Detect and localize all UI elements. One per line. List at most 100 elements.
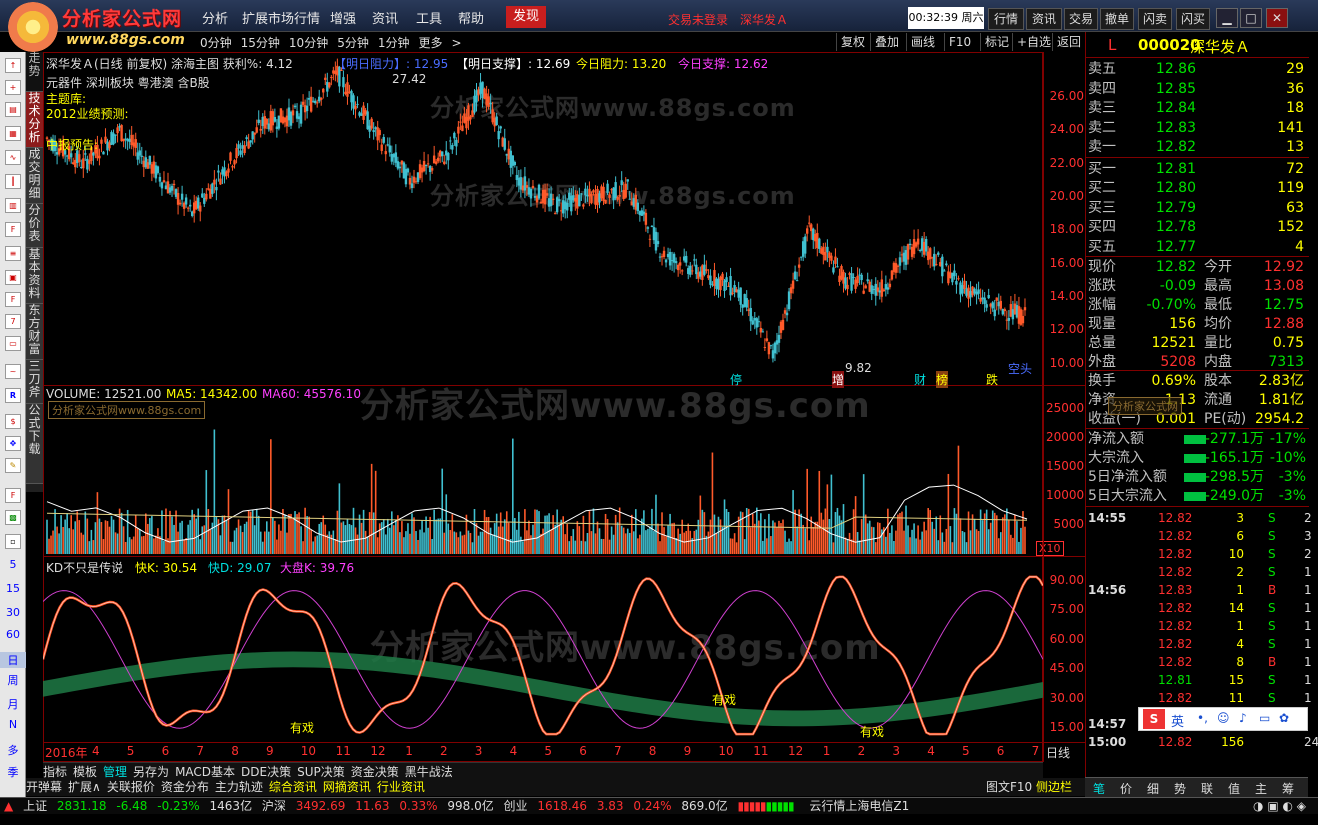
cancel-order-button[interactable]: 撤单 xyxy=(1100,8,1134,30)
chart-icon[interactable]: ▤ xyxy=(5,102,21,117)
money-icon[interactable]: $ xyxy=(5,414,21,429)
server-name[interactable]: 云行情上海电信Z1 xyxy=(809,799,909,813)
f5-icon[interactable]: F xyxy=(5,488,21,503)
tab-indicator[interactable]: 指标 xyxy=(43,765,67,779)
stats-icon[interactable]: ▣ xyxy=(5,270,21,285)
vtab-trade-details[interactable]: 成交明细 xyxy=(26,148,43,204)
list-icon[interactable]: ≡ xyxy=(5,246,21,261)
tab-save-as[interactable]: 另存为 xyxy=(133,765,169,779)
keyboard-icon[interactable]: ▭ xyxy=(1259,711,1270,725)
tab-template[interactable]: 模板 xyxy=(73,765,97,779)
tab-black-bull[interactable]: 黑牛战法 xyxy=(405,765,453,779)
ime-lang[interactable]: 英 xyxy=(1171,711,1184,730)
flash-buy-button[interactable]: 闪买 xyxy=(1176,8,1210,30)
period-1min[interactable]: 1分钟 xyxy=(378,36,410,50)
close-icon[interactable]: ✕ xyxy=(1266,8,1288,28)
cy-name[interactable]: 创业 xyxy=(504,799,528,813)
quote-tab-3[interactable]: 势 xyxy=(1174,780,1186,797)
tool-add-favorite[interactable]: +自选 xyxy=(1012,33,1055,51)
period-10min[interactable]: 10分钟 xyxy=(289,36,328,50)
f10-icon[interactable]: F xyxy=(5,222,21,237)
vtab-eastmoney[interactable]: 东方财富 xyxy=(26,304,43,360)
orderbook-row[interactable]: 卖五 12.86 29 xyxy=(1088,60,1308,79)
orderbook-row[interactable]: 买五 12.77 4 xyxy=(1088,238,1308,257)
period-month-button[interactable]: 月 xyxy=(0,696,26,712)
menu-help[interactable]: 帮助 xyxy=(458,8,484,27)
tab-sup[interactable]: SUP决策 xyxy=(297,765,345,779)
orderbook-row[interactable]: 卖一 12.82 13 xyxy=(1088,138,1308,157)
wave-icon[interactable]: ~ xyxy=(5,364,21,379)
hs-name[interactable]: 沪深 xyxy=(262,799,286,813)
orderbook-row[interactable]: 买三 12.79 63 xyxy=(1088,199,1308,218)
tab-main-track[interactable]: 主力轨迹 xyxy=(215,780,263,794)
period-next-icon[interactable]: > xyxy=(452,36,462,50)
flash-sell-button[interactable]: 闪卖 xyxy=(1138,8,1172,30)
vtab-tech-analysis[interactable]: 技术分析 xyxy=(26,92,43,148)
tab-industry-news[interactable]: 行业资讯 xyxy=(377,780,425,794)
vtab-formula-download[interactable]: 公式下载 xyxy=(26,404,43,484)
tab-fund-distribution[interactable]: 资金分布 xyxy=(161,780,209,794)
sh-name[interactable]: 上证 xyxy=(23,799,47,813)
kline-icon[interactable]: ┃ xyxy=(5,174,21,189)
event-drop[interactable]: 跌 xyxy=(986,371,998,388)
trade-status[interactable]: 交易未登录 xyxy=(668,11,728,28)
period-5min[interactable]: 5分钟 xyxy=(337,36,369,50)
event-halt[interactable]: 停 xyxy=(730,371,742,388)
period-multi-button[interactable]: 多 xyxy=(0,742,26,758)
quote-button[interactable]: 行情 xyxy=(988,8,1024,30)
period-n-button[interactable]: N xyxy=(0,718,26,731)
tool-back[interactable]: 返回 xyxy=(1052,33,1085,51)
tab-manage[interactable]: 管理 xyxy=(103,765,127,779)
zoom-in-icon[interactable]: + xyxy=(5,80,21,95)
quote-tab-6[interactable]: 主 xyxy=(1255,780,1267,797)
period-15min[interactable]: 15分钟 xyxy=(241,36,280,50)
vtab-trend[interactable]: 走势 xyxy=(26,52,43,92)
quote-tab-7[interactable]: 筹 xyxy=(1282,780,1294,797)
quote-tab-2[interactable]: 细 xyxy=(1147,780,1159,797)
tab-extend[interactable]: 扩展∧ xyxy=(68,780,101,794)
emoji-icon[interactable]: ☺ xyxy=(1217,711,1230,725)
menu-tools[interactable]: 工具 xyxy=(416,8,442,27)
small-window-icon[interactable]: ▫ xyxy=(5,534,21,549)
period-season-button[interactable]: 季 xyxy=(0,764,26,780)
mic-icon[interactable]: ♪ xyxy=(1239,711,1247,725)
event-increase[interactable]: 增 xyxy=(832,371,845,388)
tab-danmaku[interactable]: 开弹幕 xyxy=(26,780,62,794)
tab-fund[interactable]: 资金决策 xyxy=(351,765,399,779)
vtab-basic-info[interactable]: 基本资料 xyxy=(26,248,43,304)
arrow-up-icon[interactable]: ↑ xyxy=(5,58,21,73)
quote-tab-1[interactable]: 价 xyxy=(1120,780,1132,797)
trade-button[interactable]: 交易 xyxy=(1064,8,1098,30)
period-more[interactable]: 更多 xyxy=(418,36,442,50)
quote-tab-0[interactable]: 笔 xyxy=(1093,780,1105,797)
tool-overlay[interactable]: 叠加 xyxy=(870,33,903,51)
tool-draw-line[interactable]: 画线 xyxy=(906,33,939,51)
event-finance[interactable]: 财 xyxy=(914,371,926,388)
maximize-icon[interactable]: □ xyxy=(1240,8,1262,28)
discover-button[interactable]: 发现 xyxy=(506,6,546,28)
menu-enhance[interactable]: 增强 xyxy=(330,8,356,27)
status-icons[interactable]: ◑ ▣ ◐ ◈ xyxy=(1253,798,1306,814)
orderbook-row[interactable]: 买四 12.78 152 xyxy=(1088,218,1308,237)
skin-icon[interactable]: ✿ xyxy=(1279,711,1289,725)
tab-related-quote[interactable]: 关联报价 xyxy=(107,780,155,794)
vtab-price-table[interactable]: 分价表 xyxy=(26,204,43,248)
menu-news[interactable]: 资讯 xyxy=(372,8,398,27)
orderbook-row[interactable]: 卖二 12.83 141 xyxy=(1088,119,1308,138)
table-icon[interactable]: ▦ xyxy=(5,126,21,141)
vtab-three-axes[interactable]: 三刀斧 xyxy=(26,360,43,404)
tool-restore-rights[interactable]: 复权 xyxy=(836,33,869,51)
orderbook-row[interactable]: 卖三 12.84 18 xyxy=(1088,99,1308,118)
tab-web-news[interactable]: 网摘资讯 xyxy=(323,780,371,794)
period-30-button[interactable]: 30 xyxy=(0,606,26,619)
period-week-button[interactable]: 周 xyxy=(0,672,26,688)
period-day-button[interactable]: 日 xyxy=(0,652,26,668)
event-rank[interactable]: 榜 xyxy=(936,371,949,388)
menu-analysis[interactable]: 分析 xyxy=(202,8,228,27)
tab-general-news[interactable]: 综合资讯 xyxy=(269,780,317,794)
ime-toolbar[interactable]: S 英 •, ☺ ♪ ▭ ✿ xyxy=(1138,707,1308,731)
quote-tab-4[interactable]: 联 xyxy=(1201,780,1213,797)
orderbook-row[interactable]: 买一 12.81 72 xyxy=(1088,160,1308,179)
tool-f10[interactable]: F10 xyxy=(944,33,975,51)
period-0min[interactable]: 0分钟 xyxy=(200,36,232,50)
